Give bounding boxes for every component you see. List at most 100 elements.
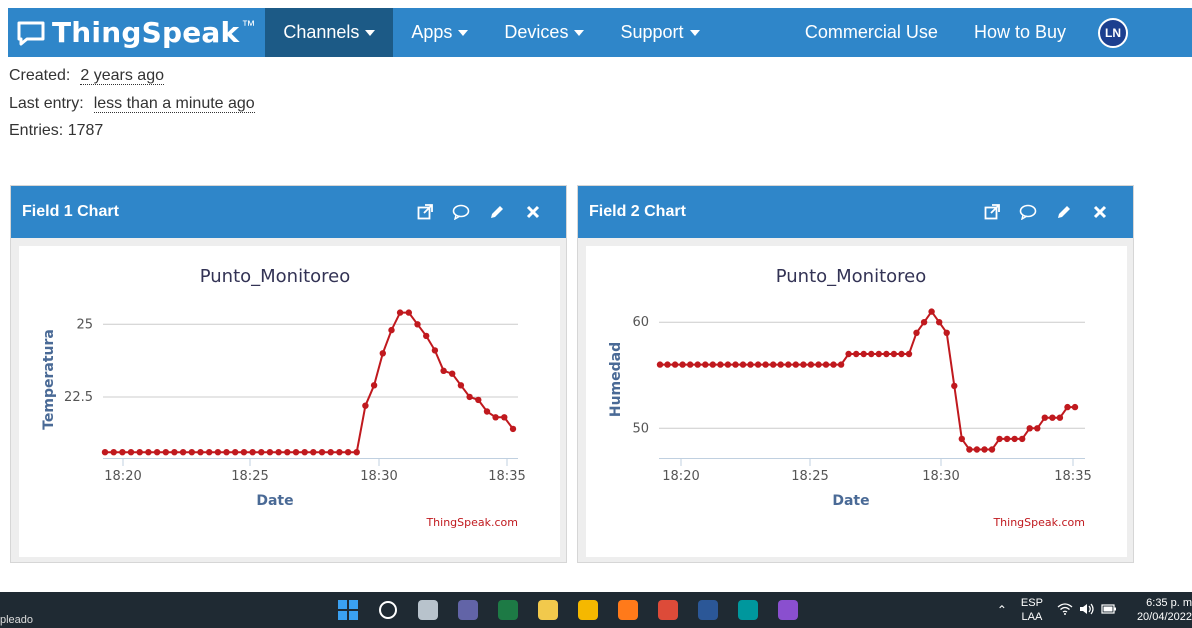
data-point[interactable] (754, 361, 762, 368)
task-view-icon[interactable] (414, 596, 442, 624)
chevron-up-icon[interactable]: ⌃ (997, 603, 1007, 617)
data-point[interactable] (1011, 435, 1018, 443)
data-point[interactable] (928, 308, 935, 315)
data-point[interactable] (353, 449, 360, 456)
user-avatar[interactable]: LN (1098, 17, 1128, 48)
data-point[interactable] (800, 361, 807, 368)
volume-icon[interactable] (1079, 603, 1095, 618)
data-point[interactable] (1026, 425, 1033, 432)
data-point[interactable] (679, 361, 686, 368)
data-point[interactable] (1064, 403, 1071, 411)
data-point[interactable] (966, 446, 973, 453)
mqtt-icon[interactable] (774, 596, 802, 624)
close-icon[interactable] (523, 202, 543, 222)
excel-icon[interactable] (494, 596, 522, 624)
data-point[interactable] (206, 449, 213, 456)
data-point[interactable] (1041, 414, 1048, 421)
data-point[interactable] (777, 361, 784, 368)
nav-devices[interactable]: Devices (486, 8, 602, 57)
data-point[interactable] (483, 408, 491, 415)
windows-start-icon[interactable] (334, 596, 362, 624)
data-point[interactable] (739, 361, 747, 368)
data-point[interactable] (837, 361, 845, 368)
data-point[interactable] (860, 350, 867, 358)
data-point[interactable] (951, 382, 958, 390)
data-point[interactable] (1056, 414, 1064, 421)
data-point[interactable] (301, 449, 308, 456)
data-point[interactable] (101, 449, 109, 456)
data-point[interactable] (868, 350, 875, 358)
data-point[interactable] (457, 382, 465, 389)
data-point[interactable] (845, 350, 852, 358)
battery-icon[interactable] (1101, 603, 1117, 618)
data-point[interactable] (1071, 403, 1079, 411)
data-point[interactable] (815, 361, 822, 368)
data-point[interactable] (822, 361, 830, 368)
data-point[interactable] (370, 382, 378, 389)
data-point[interactable] (717, 361, 724, 368)
data-point[interactable] (875, 350, 882, 358)
data-point[interactable] (732, 361, 739, 368)
data-point[interactable] (1034, 425, 1041, 432)
data-point[interactable] (905, 350, 913, 358)
data-point[interactable] (830, 361, 837, 368)
data-point[interactable] (327, 449, 334, 456)
data-point[interactable] (1003, 435, 1011, 443)
data-point[interactable] (920, 319, 928, 326)
language-indicator[interactable]: ESP LAA (1021, 596, 1043, 624)
data-point[interactable] (136, 449, 143, 456)
data-point[interactable] (664, 361, 671, 368)
data-point[interactable] (423, 332, 430, 340)
data-point[interactable] (310, 449, 317, 456)
data-point[interactable] (656, 361, 664, 368)
data-point[interactable] (266, 449, 274, 456)
data-point[interactable] (153, 449, 161, 456)
data-point[interactable] (475, 396, 482, 404)
data-point[interactable] (492, 414, 499, 421)
data-point[interactable] (449, 370, 456, 377)
comment-icon[interactable] (451, 202, 471, 222)
data-point[interactable] (405, 309, 412, 316)
data-point[interactable] (162, 449, 169, 456)
data-point[interactable] (785, 361, 792, 368)
data-point[interactable] (853, 350, 860, 358)
data-point[interactable] (275, 449, 282, 456)
file-explorer-icon[interactable] (574, 596, 602, 624)
data-point[interactable] (762, 361, 769, 368)
firefox-icon[interactable] (614, 596, 642, 624)
external-link-icon[interactable] (415, 202, 435, 222)
word-icon[interactable] (694, 596, 722, 624)
chrome-icon[interactable] (654, 596, 682, 624)
data-point[interactable] (770, 361, 777, 368)
data-point[interactable] (466, 393, 473, 401)
data-point[interactable] (509, 425, 517, 433)
data-point[interactable] (936, 319, 943, 326)
field-1-line-chart[interactable]: Punto_Monitoreo 22.5 25 18:20 18:25 18:30 18:3… (19, 246, 560, 557)
data-point[interactable] (258, 449, 265, 456)
data-point[interactable] (709, 361, 716, 368)
data-point[interactable] (724, 361, 732, 368)
sticky-notes-icon[interactable] (534, 596, 562, 624)
data-point[interactable] (898, 350, 905, 358)
data-point[interactable] (1019, 435, 1026, 443)
data-point[interactable] (807, 361, 815, 368)
close-icon[interactable] (1090, 202, 1110, 222)
data-point[interactable] (687, 361, 694, 368)
data-point[interactable] (336, 449, 343, 456)
comment-icon[interactable] (1018, 202, 1038, 222)
wifi-icon[interactable] (1057, 602, 1073, 618)
data-point[interactable] (232, 449, 239, 456)
data-point[interactable] (973, 446, 981, 453)
data-point[interactable] (671, 361, 679, 368)
data-point[interactable] (240, 449, 248, 456)
data-point[interactable] (362, 402, 369, 409)
data-point[interactable] (127, 449, 135, 456)
data-point[interactable] (792, 361, 799, 368)
data-point[interactable] (119, 449, 126, 456)
clock[interactable]: 6:35 p. m 20/04/2022 (1137, 596, 1192, 624)
data-point[interactable] (988, 446, 996, 453)
field-2-line-chart[interactable]: Punto_Monitoreo 50 60 18:20 18:25 18:30 18:35 D… (586, 246, 1127, 557)
data-point[interactable] (943, 329, 950, 336)
data-point[interactable] (292, 449, 300, 456)
data-point[interactable] (747, 361, 754, 368)
